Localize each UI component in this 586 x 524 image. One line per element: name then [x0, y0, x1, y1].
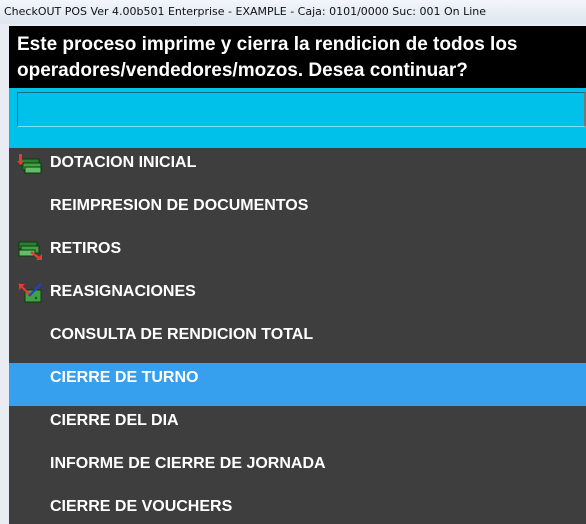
menu-item-label: INFORME DE CIERRE DE JORNADA [50, 455, 326, 472]
prompt-line-1: Este proceso imprime y cierra la rendici… [17, 34, 518, 55]
menu-item-label: CIERRE DEL DIA [50, 412, 179, 429]
menu-item-reimpresion-de-documentos[interactable]: REIMPRESION DE DOCUMENTOS [9, 191, 586, 234]
menu-item-label: REIMPRESION DE DOCUMENTOS [50, 197, 309, 214]
pos-screen: Este proceso imprime y cierra la rendici… [9, 26, 586, 524]
menu-item-label: CONSULTA DE RENDICION TOTAL [50, 326, 314, 343]
menu-item-cierre-de-turno[interactable]: CIERRE DE TURNO [9, 363, 586, 406]
menu-item-label: DOTACION INICIAL [50, 154, 197, 171]
menu-item-label: REASIGNACIONES [50, 283, 196, 300]
cash-add-icon [17, 154, 42, 174]
pos-menu: DOTACION INICIAL REIMPRESION DE DOCUMENT… [9, 148, 586, 524]
menu-item-label: CIERRE DE VOUCHERS [50, 498, 233, 515]
input-band [9, 88, 586, 148]
menu-item-retiros[interactable]: RETIROS [9, 234, 586, 277]
menu-item-consulta-de-rendicion-total[interactable]: CONSULTA DE RENDICION TOTAL [9, 320, 586, 363]
menu-item-dotacion-inicial[interactable]: DOTACION INICIAL [9, 148, 586, 191]
prompt-line-2: operadores/vendedores/mozos. Desea conti… [17, 60, 468, 81]
menu-item-reasignaciones[interactable]: REASIGNACIONES [9, 277, 586, 320]
menu-item-cierre-del-dia[interactable]: CIERRE DEL DIA [9, 406, 586, 449]
cash-reassign-icon [18, 283, 42, 303]
command-input[interactable] [17, 92, 586, 127]
menu-item-label: RETIROS [50, 240, 122, 257]
menu-item-label: CIERRE DE TURNO [50, 369, 199, 386]
menu-item-cierre-de-vouchers[interactable]: CIERRE DE VOUCHERS [9, 492, 586, 524]
cash-withdraw-icon [18, 241, 42, 260]
menu-item-informe-de-cierre-de-jornada[interactable]: INFORME DE CIERRE DE JORNADA [9, 449, 586, 492]
window-title: CheckOUT POS Ver 4.00b501 Enterprise - E… [0, 0, 586, 24]
confirmation-prompt: Este proceso imprime y cierra la rendici… [9, 26, 586, 88]
